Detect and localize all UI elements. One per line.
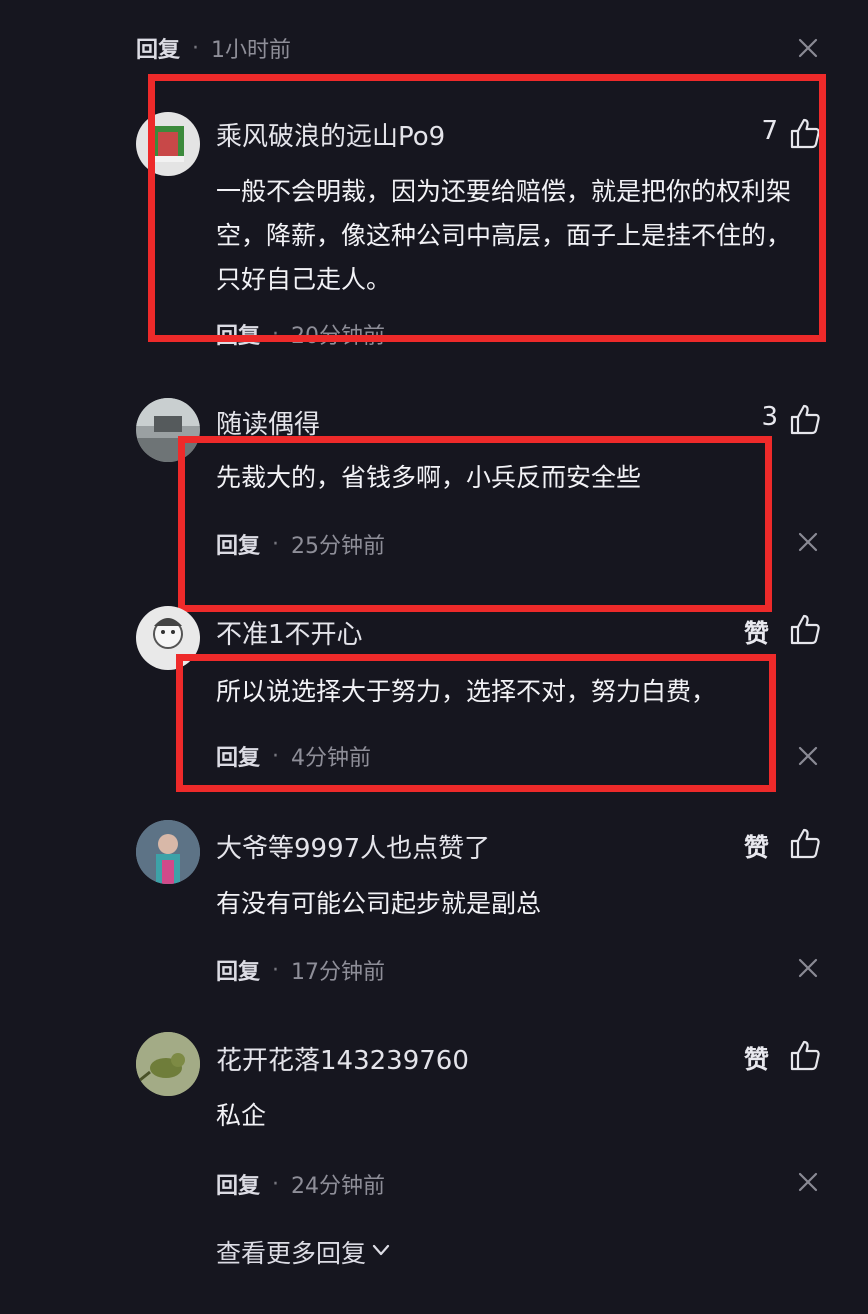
reply-button[interactable]: 回复 [216,954,260,986]
separator-dot: · [272,957,280,983]
commenter-name[interactable]: 大爷等9997人也点赞了 [216,828,490,865]
avatar[interactable] [136,820,200,884]
like-label: 赞 [744,619,770,648]
close-icon[interactable] [796,1170,820,1194]
close-icon[interactable] [796,744,820,768]
thumbs-up-icon[interactable] [788,402,822,436]
highlight-box [178,436,772,612]
highlight-box [176,654,776,792]
view-more-replies-button[interactable]: 查看更多回复 [216,1234,392,1270]
thumbs-up-icon[interactable] [788,826,822,860]
close-icon[interactable] [796,956,820,980]
reply-button[interactable]: 回复 [136,32,180,64]
comment-text: 私企 [216,1101,267,1130]
thumbs-up-icon[interactable] [788,1038,822,1072]
timestamp: 17分钟前 [291,960,386,985]
reply-button[interactable]: 回复 [216,1168,260,1200]
reply-row: 回复 · 17分钟前 [216,954,385,986]
chevron-down-icon [370,1238,392,1267]
reply-row: 回复 · 24分钟前 [216,1168,385,1200]
close-icon[interactable] [796,530,820,554]
close-icon[interactable] [796,36,820,60]
timestamp: 24分钟前 [291,1174,386,1199]
highlight-box [148,74,826,342]
commenter-name[interactable]: 不准1不开心 [216,614,363,651]
separator-dot: · [192,35,200,61]
view-more-label: 查看更多回复 [216,1239,367,1268]
thumbs-up-icon[interactable] [788,612,822,646]
timestamp: 1小时前 [211,38,292,63]
comment-text: 有没有可能公司起步就是副总 [216,889,542,918]
like-label: 赞 [744,1045,770,1074]
commenter-name[interactable]: 花开花落143239760 [216,1040,469,1077]
like-count: 3 [761,402,778,432]
avatar[interactable] [136,1032,200,1096]
separator-dot: · [272,1171,280,1197]
like-label: 赞 [744,833,770,862]
top-reply-row: 回复 · 1小时前 [136,32,291,64]
